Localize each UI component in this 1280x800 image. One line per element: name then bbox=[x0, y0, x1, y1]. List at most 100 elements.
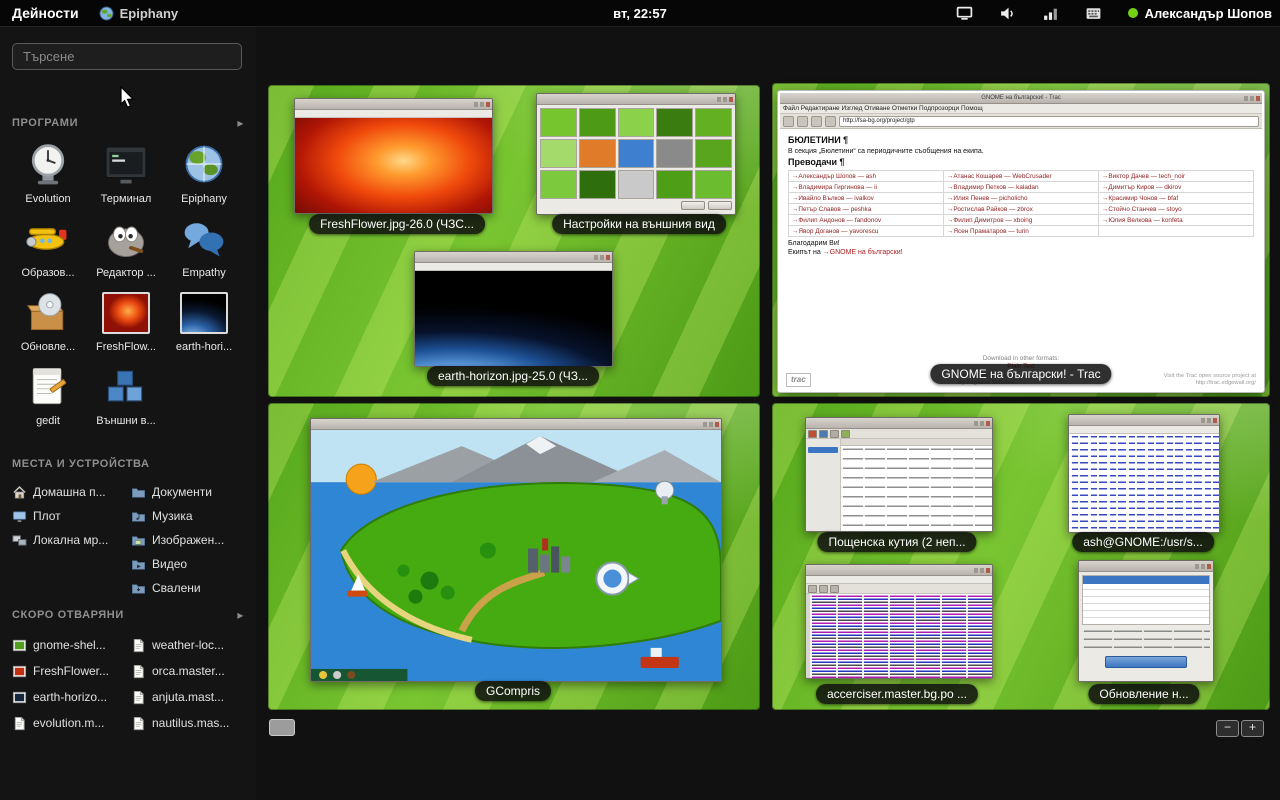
top-bar: Дейности Epiphany вт, 22:57 Александър Ш… bbox=[0, 0, 1280, 26]
translators-table: →Александър Шопов — ash→Атанас Кошарев —… bbox=[788, 170, 1254, 237]
workspace-2[interactable]: GNOME на български! - Trac Файл Редактир… bbox=[772, 83, 1270, 397]
table-cell: →Димитър Киров — dkirov bbox=[1099, 182, 1254, 193]
place-label: Домашна п... bbox=[33, 485, 106, 499]
table-cell: →Петър Славов — peshka bbox=[789, 204, 944, 215]
text-file-icon bbox=[12, 716, 27, 731]
recent-item[interactable]: earth-horizo... bbox=[12, 684, 131, 710]
window-titlebar bbox=[295, 99, 492, 110]
table-cell: →Стойчо Станчев — stoyo bbox=[1099, 204, 1254, 215]
place-pictures[interactable]: Изображен... bbox=[131, 528, 250, 552]
terminal-icon bbox=[101, 141, 151, 189]
workspace-4[interactable]: Пощенска кутия (2 неп... ash@GNOME:/usr/… bbox=[772, 403, 1270, 710]
workspace-indicator[interactable] bbox=[269, 719, 295, 736]
window-title: Обновление н... bbox=[1088, 684, 1199, 704]
recent-item[interactable]: gnome-shel... bbox=[12, 632, 131, 658]
window-titlebar bbox=[415, 252, 612, 263]
recent-item[interactable]: evolution.m... bbox=[12, 710, 131, 736]
app-menu-button[interactable]: Epiphany bbox=[99, 6, 179, 21]
editor-toolbar bbox=[806, 584, 992, 594]
page-heading: БЮЛЕТИНИ ¶ bbox=[788, 135, 1254, 145]
app-item-software-update[interactable]: Обновле... bbox=[9, 288, 87, 353]
recent-label: FreshFlower... bbox=[33, 664, 109, 678]
app-label: earth-hori... bbox=[165, 341, 243, 353]
app-item-terminal[interactable]: Терминал bbox=[87, 140, 165, 205]
window-preview-editor[interactable] bbox=[805, 564, 993, 679]
window-title: accerciser.master.bg.po ... bbox=[816, 684, 978, 704]
place-downloads[interactable]: Свалени bbox=[131, 576, 250, 600]
app-item-external-volumes[interactable]: Външни в... bbox=[87, 362, 165, 427]
workspace-add-button[interactable]: + bbox=[1241, 720, 1264, 737]
gedit-notepad-icon bbox=[23, 363, 73, 411]
browser-menubar: Файл Редактиране Изглед Отиване Отметки … bbox=[780, 104, 1262, 114]
app-item-gcompris[interactable]: Образов... bbox=[9, 214, 87, 279]
place-documents[interactable]: Документи bbox=[131, 480, 250, 504]
documents-folder-icon bbox=[131, 485, 146, 500]
user-menu-button[interactable]: Александър Шопов bbox=[1128, 6, 1272, 21]
window-preview-earth-horizon[interactable] bbox=[414, 251, 613, 367]
page-heading: Преводачи ¶ bbox=[788, 157, 1254, 167]
place-network[interactable]: Локална мр... bbox=[12, 528, 131, 552]
window-preview-terminal[interactable] bbox=[1068, 414, 1220, 533]
app-item-freshflower[interactable]: FreshFlow... bbox=[87, 288, 165, 353]
table-cell: →Илия Пенев — picholicho bbox=[944, 193, 1099, 204]
display-icon[interactable] bbox=[956, 5, 973, 22]
app-item-earth-horizon[interactable]: earth-hori... bbox=[165, 288, 243, 353]
window-preview-appearance[interactable] bbox=[536, 93, 736, 215]
volume-icon[interactable] bbox=[999, 5, 1016, 22]
window-title: GCompris bbox=[475, 681, 551, 701]
workspace-1[interactable]: FreshFlower.jpg-26.0 (ЧЗС... Настройки н… bbox=[268, 85, 760, 397]
message-list-header bbox=[841, 439, 992, 446]
window-titlebar bbox=[537, 94, 735, 105]
place-desktop[interactable]: Плот bbox=[12, 504, 131, 528]
search-input[interactable] bbox=[12, 43, 242, 70]
recent-item[interactable]: orca.master... bbox=[131, 658, 250, 684]
app-label: Epiphany bbox=[165, 193, 243, 205]
app-item-epiphany[interactable]: Epiphany bbox=[165, 140, 243, 205]
table-cell: →Юлия Велкова — konfeta bbox=[1099, 215, 1254, 226]
app-item-gimp[interactable]: Редактор ... bbox=[87, 214, 165, 279]
app-item-empathy[interactable]: Empathy bbox=[165, 214, 243, 279]
window-menubar bbox=[415, 263, 612, 271]
workspace-3[interactable]: GCompris bbox=[268, 403, 760, 710]
place-videos[interactable]: Видео bbox=[131, 552, 250, 576]
clock-button[interactable]: вт, 22:57 bbox=[613, 6, 667, 21]
place-music[interactable]: Музика bbox=[131, 504, 250, 528]
places-section-header: МЕСТА И УСТРОЙСТВА bbox=[12, 458, 244, 470]
gcompris-plane-icon bbox=[23, 215, 73, 263]
editor-menubar bbox=[806, 576, 992, 584]
download-label: Download in other formats: bbox=[983, 355, 1059, 362]
window-preview-freshflower[interactable] bbox=[294, 98, 493, 214]
network-signal-icon[interactable] bbox=[1042, 5, 1059, 22]
app-label: Външни в... bbox=[87, 415, 165, 427]
window-titlebar bbox=[1069, 415, 1219, 426]
input-method-icon[interactable] bbox=[1085, 5, 1102, 22]
app-label: Редактор ... bbox=[87, 267, 165, 279]
recent-expand-icon[interactable]: ▸ bbox=[237, 608, 244, 622]
recent-item[interactable]: FreshFlower... bbox=[12, 658, 131, 684]
place-label: Изображен... bbox=[152, 533, 224, 547]
window-preview-mail[interactable] bbox=[805, 417, 993, 532]
text-file-icon bbox=[131, 638, 146, 653]
message-rows bbox=[841, 446, 992, 531]
update-list bbox=[1082, 575, 1210, 625]
flower-image bbox=[295, 118, 492, 213]
place-home[interactable]: Домашна п... bbox=[12, 480, 131, 504]
window-preview-gcompris[interactable] bbox=[310, 418, 722, 682]
app-label: Образов... bbox=[9, 267, 87, 279]
recent-item[interactable]: anjuta.mast... bbox=[131, 684, 250, 710]
recent-item[interactable]: nautilus.mas... bbox=[131, 710, 250, 736]
app-label: FreshFlow... bbox=[87, 341, 165, 353]
app-item-evolution[interactable]: Evolution bbox=[9, 140, 87, 205]
recent-label: earth-horizo... bbox=[33, 690, 107, 704]
place-label: Свалени bbox=[152, 581, 201, 595]
places-section-title: МЕСТА И УСТРОЙСТВА bbox=[12, 458, 150, 470]
appearance-dialog-body bbox=[537, 105, 735, 214]
programs-expand-icon[interactable]: ▸ bbox=[237, 116, 244, 130]
workspace-remove-button[interactable]: − bbox=[1216, 720, 1239, 737]
window-preview-updater[interactable] bbox=[1078, 560, 1214, 682]
app-item-gedit[interactable]: gedit bbox=[9, 362, 87, 427]
activities-button[interactable]: Дейности bbox=[0, 5, 91, 21]
window-preview-trac-browser[interactable]: GNOME на български! - Trac Файл Редактир… bbox=[778, 91, 1264, 392]
recent-label: evolution.m... bbox=[33, 716, 104, 730]
recent-item[interactable]: weather-loc... bbox=[131, 632, 250, 658]
